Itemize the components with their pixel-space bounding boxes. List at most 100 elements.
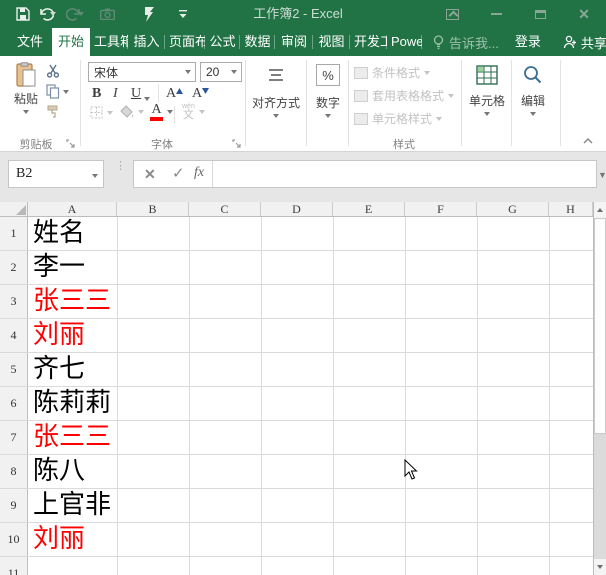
cut-button[interactable] [46,64,61,81]
sign-in-button[interactable]: 登录 [515,28,541,56]
undo-dropdown-icon[interactable] [50,12,56,16]
underline-dropdown-icon[interactable] [144,97,150,101]
tab-审阅[interactable]: 审阅 [275,28,313,56]
column-header-F[interactable]: F [405,202,477,216]
tab-插入[interactable]: 插入 [128,28,165,56]
font-name-combo[interactable]: 宋体 [88,62,196,82]
grid-row-10: 10 刘丽 [0,523,593,557]
flash-icon[interactable] [136,0,162,28]
number-dropdown-icon[interactable] [325,114,331,118]
column-header-C[interactable]: C [189,202,261,216]
window-controls: ✕ [430,0,606,28]
tab-active-开始[interactable]: 开始 [52,28,90,56]
alignment-button[interactable]: 对齐方式 [248,62,304,118]
row-header-4[interactable]: 4 [0,319,28,352]
cell-A10[interactable]: 刘丽 [28,523,593,556]
formula-input[interactable] [214,161,596,187]
tab-视图[interactable]: 视图 [313,28,350,56]
tab-PowerPivot[interactable]: PowerPivot [387,28,422,56]
maximize-icon[interactable] [518,0,562,28]
worksheet-grid[interactable]: ABCDEFGH 1 姓名 2 李一 3 张三三 4 刘丽 5 齐七 6 陈莉莉 7 张三三 8 陈八 9 上官非… [0,202,593,575]
italic-button[interactable]: I [113,84,118,102]
ribbon-display-options-icon[interactable] [430,0,474,28]
editing-dropdown-icon[interactable] [530,112,536,116]
column-header-H[interactable]: H [549,202,593,216]
font-name-dropdown-icon[interactable] [185,70,191,74]
number-button[interactable]: % 数字 [309,62,347,118]
name-box-dropdown-icon[interactable] [92,173,98,178]
bold-button[interactable]: B [92,84,101,102]
tab-公式[interactable]: 公式 [205,28,240,56]
name-box[interactable]: B2 [8,160,104,188]
row-header-8[interactable]: 8 [0,455,28,488]
row-header-3[interactable]: 3 [0,285,28,318]
font-size-combo[interactable]: 20 [200,62,242,82]
paste-button[interactable]: 粘贴 [8,62,44,114]
font-color-dropdown-icon[interactable] [167,110,173,114]
tab-数据[interactable]: 数据 [240,28,275,56]
cells-dropdown-icon[interactable] [484,112,490,116]
select-all-corner[interactable] [0,202,28,216]
row-header-11[interactable]: 11 [0,557,28,575]
cells-button[interactable]: 单元格 [465,62,509,116]
vertical-scrollbar[interactable] [593,202,606,575]
cancel-entry-icon[interactable]: ✕ [144,166,156,183]
copy-button[interactable] [46,84,69,99]
row-header-1[interactable]: 1 [0,217,28,250]
row-header-10[interactable]: 10 [0,523,28,556]
row-header-5[interactable]: 5 [0,353,28,386]
cell-A5[interactable]: 齐七 [28,353,593,386]
scrollbar-thumb[interactable] [594,218,606,434]
expand-formula-bar-icon[interactable]: ▼ [598,170,606,180]
column-header-E[interactable]: E [333,202,405,216]
cell-A6[interactable]: 陈莉莉 [28,387,593,420]
paste-dropdown-icon[interactable] [23,110,29,114]
tab-工具箱[interactable]: 工具箱 [90,28,128,56]
cell-A1[interactable]: 姓名 [28,217,593,250]
underline-button[interactable]: U [131,84,141,102]
tab-页面布局[interactable]: 页面布局 [165,28,205,56]
increase-font-size-button[interactable]: A [166,84,184,102]
alignment-dropdown-icon[interactable] [273,114,279,118]
save-icon[interactable] [10,0,36,28]
row-header-2[interactable]: 2 [0,251,28,284]
ribbon-tab-strip: 文件开始工具箱插入页面布局公式数据审阅视图开发工具PowerPivot 告诉我.… [0,28,606,56]
scroll-down-icon[interactable] [594,559,606,575]
row-header-6[interactable]: 6 [0,387,28,420]
font-size-dropdown-icon[interactable] [231,70,237,74]
column-header-A[interactable]: A [28,202,117,216]
editing-button[interactable]: 编辑 [513,62,553,116]
column-header-B[interactable]: B [117,202,189,216]
close-icon[interactable]: ✕ [562,0,606,28]
customize-qat-icon[interactable] [170,0,196,28]
column-header-D[interactable]: D [261,202,333,216]
collapse-ribbon-icon[interactable] [582,134,596,144]
font-dialog-launcher-icon[interactable] [232,137,242,148]
tell-me-box[interactable]: 告诉我... [432,28,499,56]
cell-A3[interactable]: 张三三 [28,285,593,318]
row-header-7[interactable]: 7 [0,421,28,454]
column-header-G[interactable]: G [477,202,549,216]
minimize-icon[interactable] [474,0,518,28]
cell-A7[interactable]: 张三三 [28,421,593,454]
clipboard-dialog-launcher-icon[interactable] [66,137,76,148]
confirm-entry-icon[interactable]: ✓ [172,164,185,182]
formula-bar-grip[interactable]: ⋮ [115,161,126,172]
insert-function-icon[interactable]: fx [194,165,204,181]
cell-A2[interactable]: 李一 [28,251,593,284]
font-color-button[interactable]: A [150,103,173,121]
ribbon: 粘贴 剪贴板 宋体 20 B I U A A A wén 文 字体 对齐方式 %… [0,56,606,152]
cell-A8[interactable]: 陈八 [28,455,593,488]
cell-A4[interactable]: 刘丽 [28,319,593,352]
grid-row-2: 2 李一 [0,251,593,285]
scroll-up-icon[interactable] [594,202,606,218]
tab-文件[interactable]: 文件 [8,28,52,56]
cell-text: 张三三 [33,286,112,315]
row-header-9[interactable]: 9 [0,489,28,522]
tab-开发工具[interactable]: 开发工具 [350,28,387,56]
share-button[interactable]: 共享 [555,28,606,56]
cell-A11[interactable] [28,557,593,575]
cell-A9[interactable]: 上官非 [28,489,593,522]
copy-dropdown-icon[interactable] [63,89,69,94]
decrease-font-size-button[interactable]: A [192,84,210,102]
